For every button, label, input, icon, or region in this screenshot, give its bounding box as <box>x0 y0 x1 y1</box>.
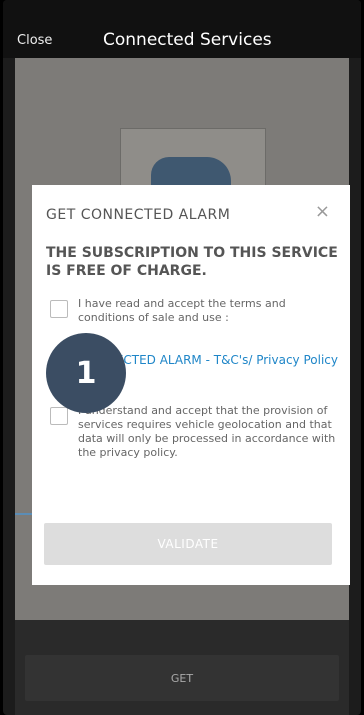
page-title: Connected Services <box>103 30 272 50</box>
modal-title: GET CONNECTED ALARM <box>46 207 231 223</box>
geolocation-checkbox[interactable] <box>50 407 68 425</box>
terms-checkbox-label: I have read and accept the terms and con… <box>78 297 286 324</box>
free-of-charge-heading: THE SUBSCRIPTION TO THIS SERVICE IS FREE… <box>46 245 338 279</box>
terms-checkbox[interactable] <box>50 300 68 318</box>
close-icon[interactable]: × <box>315 201 330 222</box>
geolocation-checkbox-label: I understand and accept that the provisi… <box>78 404 336 459</box>
get-button[interactable]: GET <box>25 655 339 701</box>
step-number-badge: 1 <box>46 333 126 413</box>
validate-button[interactable]: VALIDATE <box>44 523 332 565</box>
top-bar: Close Connected Services <box>3 0 361 58</box>
close-button[interactable]: Close <box>17 33 52 48</box>
